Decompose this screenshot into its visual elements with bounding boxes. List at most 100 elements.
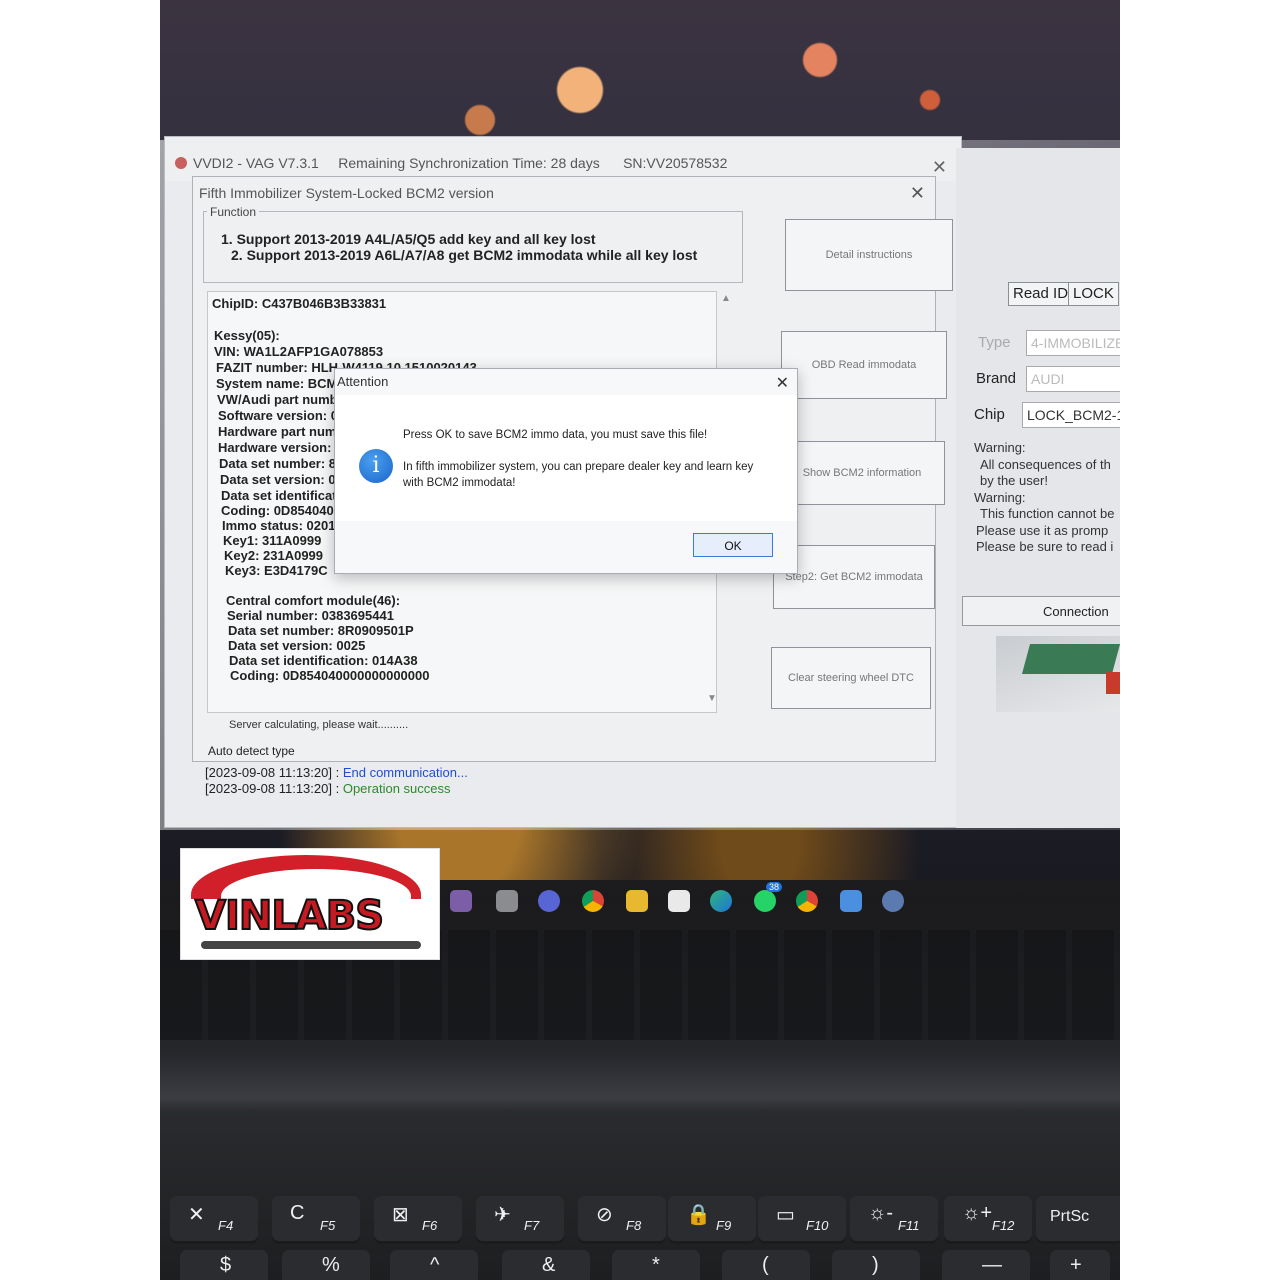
info-line: VIN: WA1L2AFP1GA078853 bbox=[214, 344, 384, 359]
key-f4[interactable]: ✕ F4 bbox=[170, 1196, 258, 1244]
key-minus[interactable]: — bbox=[942, 1250, 1030, 1280]
key-plus[interactable]: + bbox=[1050, 1250, 1110, 1280]
info-line: VW/Audi part numb bbox=[217, 392, 338, 407]
key-f7[interactable]: ✈ F7 bbox=[476, 1196, 564, 1244]
key-f8[interactable]: ⊘ F8 bbox=[578, 1196, 666, 1244]
info-line: ChipID: C437B046B3B33831 bbox=[212, 296, 387, 311]
key-f5[interactable]: C F5 bbox=[272, 1196, 360, 1244]
task-view-icon[interactable] bbox=[496, 890, 518, 912]
books-icon[interactable] bbox=[450, 890, 472, 912]
show-bcm2-info-button[interactable]: Show BCM2 information bbox=[779, 441, 945, 505]
chip-field[interactable]: LOCK_BCM2-1 bbox=[1022, 402, 1120, 428]
key-prtsc[interactable]: PrtSc bbox=[1036, 1196, 1120, 1244]
taskbar: 38 bbox=[430, 880, 930, 924]
modal-message-3: with BCM2 immodata! bbox=[403, 477, 516, 489]
connector-graphic bbox=[1106, 672, 1120, 694]
info-line: Key1: 311A0999 bbox=[223, 533, 322, 548]
key-8[interactable]: * bbox=[612, 1250, 700, 1280]
photo-frame: VVDI2 - VAG V7.3.1 Remaining Synchroniza… bbox=[160, 0, 1120, 1280]
connection-button[interactable]: Connection bbox=[962, 596, 1120, 626]
type-label: Type bbox=[978, 334, 1011, 351]
scroll-up-icon[interactable]: ▲ bbox=[721, 293, 731, 304]
info-line: Kessy(05): bbox=[214, 328, 280, 343]
chip-label: Chip bbox=[974, 406, 1005, 423]
info-line: Hardware part num bbox=[218, 424, 337, 439]
info-icon: i bbox=[359, 449, 393, 483]
info-line: Key2: 231A0999 bbox=[224, 548, 324, 563]
key-0[interactable]: ) bbox=[832, 1250, 920, 1280]
info-line: Data set identificati bbox=[221, 488, 341, 503]
key-f11[interactable]: ☼- F11 bbox=[850, 1196, 938, 1244]
info-line: Coding: 0D854040000000000000 bbox=[230, 668, 430, 683]
info-line: Data set version: 0 bbox=[220, 472, 336, 487]
info-line: Data set number: 8 bbox=[219, 456, 337, 471]
key-5[interactable]: % bbox=[282, 1250, 370, 1280]
key-7[interactable]: & bbox=[502, 1250, 590, 1280]
chrome-profile-icon[interactable] bbox=[796, 890, 818, 912]
key-9[interactable]: ( bbox=[722, 1250, 810, 1280]
detail-instructions-button[interactable]: Detail instructions bbox=[785, 219, 953, 291]
key-f10[interactable]: ▭ F10 bbox=[758, 1196, 846, 1244]
notification-badge: 38 bbox=[766, 882, 783, 892]
key-4[interactable]: $ bbox=[180, 1250, 268, 1280]
log-message: End communication... bbox=[342, 765, 468, 780]
device-image bbox=[996, 636, 1120, 712]
chip-info-panel: Read ID LOCK Type 4-IMMOBILIZE Brand AUD… bbox=[956, 148, 1120, 828]
info-line: Hardware version: bbox=[218, 440, 332, 455]
ok-button[interactable]: OK bbox=[693, 533, 773, 557]
info-line: Software version: 0 bbox=[218, 408, 338, 423]
obd-read-button[interactable]: OBD Read immodata bbox=[781, 331, 947, 399]
info-line: Coding: 0D8540400 bbox=[221, 503, 341, 518]
edge-icon[interactable] bbox=[710, 890, 732, 912]
attention-modal: Attention ✕ i Press OK to save BCM2 immo… bbox=[334, 368, 798, 574]
logo-key-graphic bbox=[201, 941, 421, 949]
modal-close-icon[interactable]: ✕ bbox=[776, 373, 789, 393]
modal-message-2: In fifth immobilizer system, you can pre… bbox=[403, 461, 754, 473]
info-line: Central comfort module(46): bbox=[226, 593, 401, 608]
app-title: VVDI2 - VAG V7.3.1 bbox=[193, 155, 319, 171]
key-f6[interactable]: ⊠ F6 bbox=[374, 1196, 462, 1244]
info-line: System name: BCM bbox=[216, 376, 338, 391]
key-f12[interactable]: ☼+ F12 bbox=[944, 1196, 1032, 1244]
function-group-label: Function bbox=[207, 205, 260, 219]
info-line: Key3: E3D4179C bbox=[225, 563, 328, 578]
main-close-icon[interactable]: ✕ bbox=[932, 157, 947, 178]
key-6[interactable]: ^ bbox=[390, 1250, 478, 1280]
main-title-bar: VVDI2 - VAG V7.3.1 Remaining Synchroniza… bbox=[165, 137, 961, 181]
warning-text: Warning: All consequences of th by the u… bbox=[974, 440, 1115, 554]
bcm2-close-icon[interactable]: ✕ bbox=[910, 183, 925, 204]
brand-field[interactable]: AUDI bbox=[1026, 366, 1120, 392]
info-line: Serial number: 0383695441 bbox=[227, 608, 394, 623]
scroll-down-icon[interactable]: ▼ bbox=[707, 693, 717, 704]
sync-remaining: Remaining Synchronization Time: 28 days bbox=[338, 155, 600, 171]
function-line: 1. Support 2013-2019 A4L/A5/Q5 add key a… bbox=[221, 231, 596, 247]
file-explorer-icon[interactable] bbox=[626, 890, 648, 912]
function-line: 2. Support 2013-2019 A6L/A7/A8 get BCM2 … bbox=[231, 247, 698, 263]
bcm2-dialog-title: Fifth Immobilizer System-Locked BCM2 ver… bbox=[199, 185, 494, 201]
serial-number: SN:VV20578532 bbox=[623, 155, 728, 171]
modal-body: i Press OK to save BCM2 immo data, you m… bbox=[335, 395, 797, 521]
vvdi-icon[interactable] bbox=[882, 890, 904, 912]
chrome-icon[interactable] bbox=[582, 890, 604, 912]
app-logo-icon bbox=[175, 157, 187, 169]
brand-label: Brand bbox=[976, 370, 1017, 387]
clear-dtc-button[interactable]: Clear steering wheel DTC bbox=[771, 647, 931, 709]
log-entry: [2023-09-08 11:13:20] : Operation succes… bbox=[205, 781, 451, 796]
vinlabs-watermark-logo: VINLABS bbox=[180, 848, 440, 960]
whatsapp-icon[interactable]: 38 bbox=[754, 882, 783, 912]
store-icon[interactable] bbox=[668, 890, 690, 912]
auto-detect-label: Auto detect type bbox=[208, 744, 295, 758]
lock-button[interactable]: LOCK bbox=[1068, 282, 1119, 306]
log-entry: [2023-09-08 11:13:20] : End communicatio… bbox=[205, 765, 468, 780]
info-line: Immo status: 02010 bbox=[222, 518, 343, 533]
read-id-button[interactable]: Read ID bbox=[1008, 282, 1074, 306]
tools-icon[interactable] bbox=[840, 890, 862, 912]
key-f9[interactable]: 🔒 F9 bbox=[668, 1196, 756, 1244]
type-field[interactable]: 4-IMMOBILIZE bbox=[1026, 330, 1120, 356]
log-message: Operation success bbox=[342, 781, 451, 796]
modal-message-1: Press OK to save BCM2 immo data, you mus… bbox=[403, 429, 708, 441]
pcb-graphic bbox=[1021, 644, 1120, 674]
info-line: Data set number: 8R0909501P bbox=[228, 623, 414, 638]
chat-icon[interactable] bbox=[538, 890, 560, 912]
info-line: Data set version: 0025 bbox=[228, 638, 366, 653]
